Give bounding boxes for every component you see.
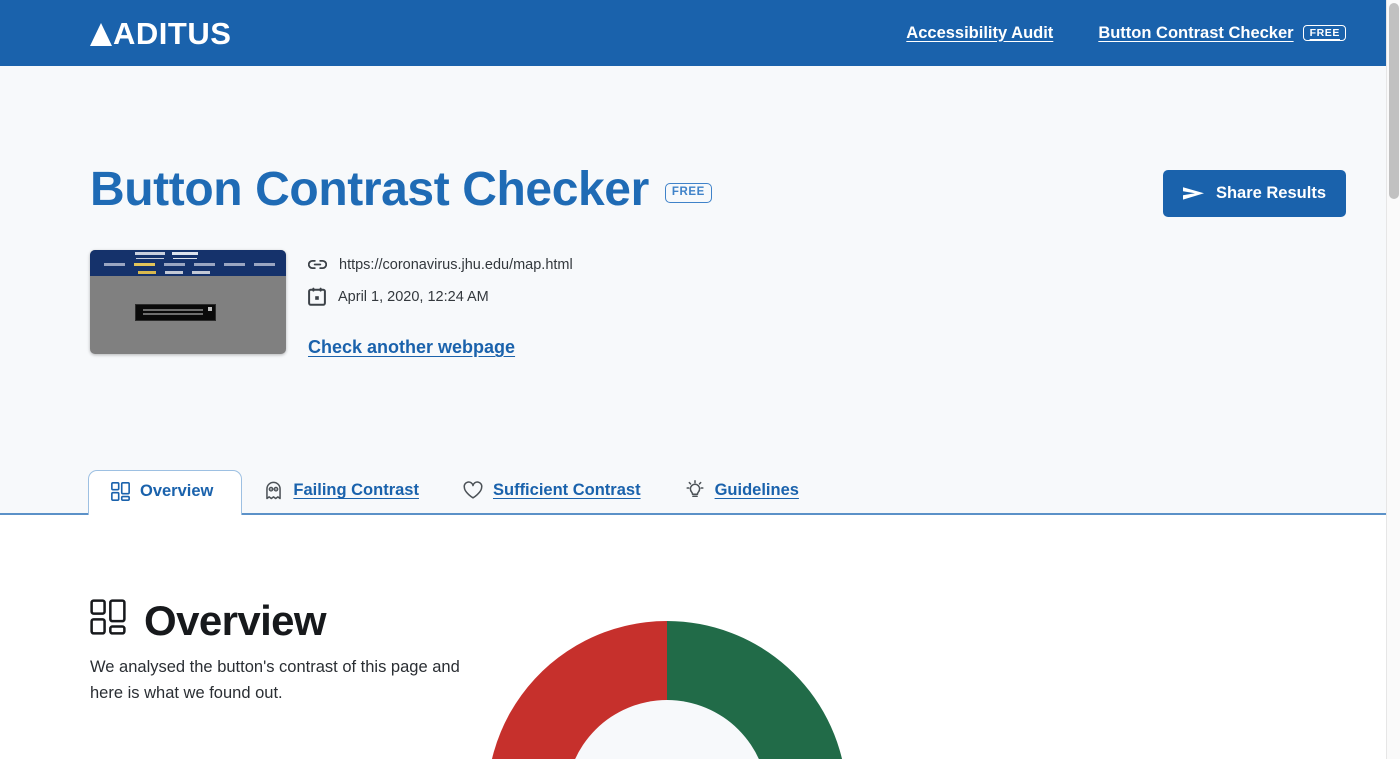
thumbnail-nav-link <box>164 263 185 266</box>
scan-meta-row: https://coronavirus.jhu.edu/map.html Apr… <box>90 250 1346 358</box>
tab-guidelines-label: Guidelines <box>714 480 799 499</box>
calendar-icon <box>308 287 326 306</box>
thumbnail-nav-link <box>254 263 275 266</box>
hero-header-row: Button Contrast Checker FREE Share Resul… <box>90 66 1346 217</box>
site-logo[interactable]: ADITUS <box>90 18 231 49</box>
nav-button-contrast-checker-label: Button Contrast Checker <box>1098 23 1294 42</box>
thumbnail-nav-link <box>194 263 215 266</box>
share-results-button[interactable]: Share Results <box>1162 170 1346 217</box>
browser-viewport: ADITUS Accessibility Audit Button Contra… <box>0 0 1400 759</box>
tab-failing-contrast[interactable]: Failing Contrast <box>242 469 441 513</box>
scrollbar-thumb[interactable] <box>1389 3 1399 199</box>
thumbnail-nav-links <box>104 263 275 266</box>
overview-panel: Overview We analysed the button's contra… <box>0 515 1386 759</box>
tab-failing-contrast-label: Failing Contrast <box>293 481 419 499</box>
page-title-free-badge: FREE <box>664 183 712 203</box>
hero-section: Button Contrast Checker FREE Share Resul… <box>0 66 1386 358</box>
check-another-webpage-link[interactable]: Check another webpage <box>308 337 515 358</box>
thumbnail-subnav-item <box>138 271 156 274</box>
send-icon <box>1182 187 1204 200</box>
dashboard-grid-icon <box>90 599 126 642</box>
page-title: Button Contrast Checker FREE <box>90 166 712 214</box>
tab-sufficient-contrast[interactable]: Sufficient Contrast <box>441 469 663 513</box>
ghost-icon <box>264 481 283 500</box>
page-root: ADITUS Accessibility Audit Button Contra… <box>0 0 1386 759</box>
scan-date-row: April 1, 2020, 12:24 AM <box>308 287 573 306</box>
scan-meta-info: https://coronavirus.jhu.edu/map.html Apr… <box>308 250 573 358</box>
link-icon <box>308 259 327 270</box>
nav-button-contrast-checker[interactable]: Button Contrast Checker FREE <box>1098 24 1346 43</box>
site-logo-text: ADITUS <box>113 15 232 51</box>
lightbulb-icon <box>685 480 705 500</box>
contrast-donut-chart: 15 <box>487 621 847 759</box>
thumbnail-subnav-item <box>192 271 210 274</box>
tab-guidelines[interactable]: Guidelines <box>663 468 821 513</box>
page-scrollbar[interactable] <box>1386 0 1400 759</box>
heart-icon <box>463 481 483 500</box>
nav-accessibility-audit-label: Accessibility Audit <box>906 23 1054 42</box>
overview-heading-text: Overview <box>144 596 327 644</box>
thumbnail-nav-link-active <box>134 263 155 266</box>
dashboard-grid-icon <box>111 482 130 501</box>
site-header: ADITUS Accessibility Audit Button Contra… <box>0 0 1386 66</box>
thumbnail-subnav <box>138 271 210 274</box>
scanned-url-row: https://coronavirus.jhu.edu/map.html <box>308 255 573 274</box>
thumbnail-modal-dialog <box>135 304 216 321</box>
thumbnail-navbar <box>90 250 286 276</box>
scanned-url-text: https://coronavirus.jhu.edu/map.html <box>339 256 573 273</box>
thumbnail-modal-close-icon <box>208 307 212 311</box>
nav-free-badge: FREE <box>1302 24 1346 42</box>
result-tabs: Overview Failing Contrast Sufficient Con… <box>0 466 1386 515</box>
overview-heading: Overview <box>90 599 460 642</box>
tab-overview[interactable]: Overview <box>88 470 243 515</box>
nav-accessibility-audit[interactable]: Accessibility Audit <box>906 24 1053 43</box>
logo-delta-icon <box>90 22 112 46</box>
page-title-text: Button Contrast Checker <box>90 163 649 216</box>
thumbnail-modal-text <box>143 309 203 311</box>
main-navigation: Accessibility Audit Button Contrast Chec… <box>906 24 1346 43</box>
overview-text-block: Overview We analysed the button's contra… <box>90 599 460 706</box>
thumbnail-nav-link <box>104 263 125 266</box>
overview-description: We analysed the button's contrast of thi… <box>90 658 460 702</box>
thumbnail-brand <box>135 252 165 255</box>
page-screenshot-thumbnail[interactable] <box>90 250 286 354</box>
scan-date-text: April 1, 2020, 12:24 AM <box>338 288 489 305</box>
donut-chart-svg <box>491 621 842 759</box>
thumbnail-brand-secondary <box>172 252 198 255</box>
thumbnail-nav-link <box>224 263 245 266</box>
share-results-label: Share Results <box>1215 184 1326 202</box>
tab-sufficient-contrast-label: Sufficient Contrast <box>492 481 641 499</box>
thumbnail-subnav-item <box>165 271 183 274</box>
tab-overview-label: Overview <box>140 482 214 500</box>
